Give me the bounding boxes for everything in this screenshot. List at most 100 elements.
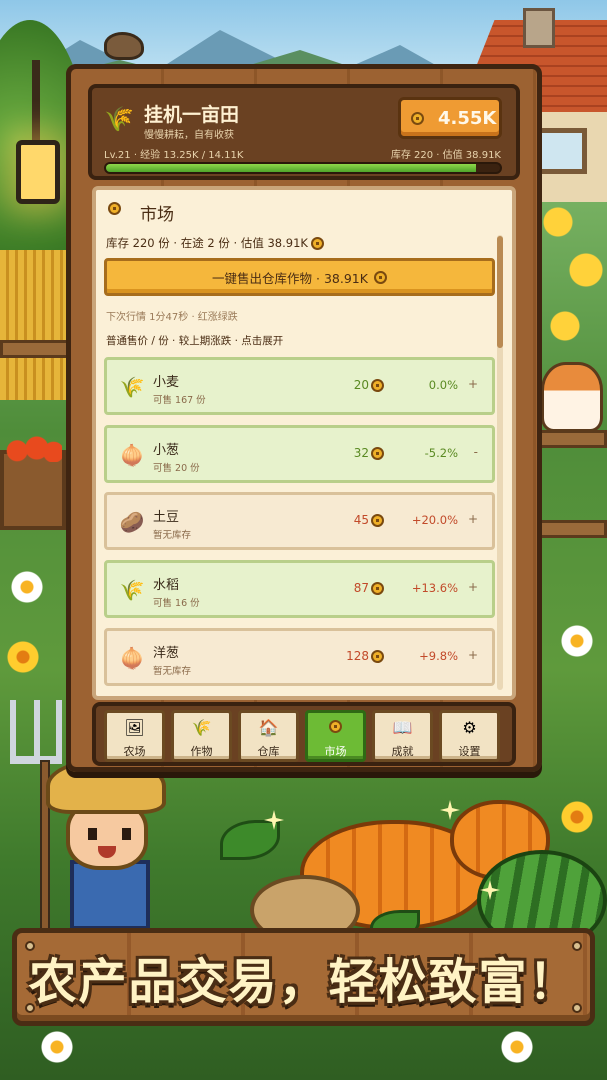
crop-price: 20	[354, 378, 384, 392]
crop-name: 土豆	[153, 510, 180, 525]
fence	[537, 430, 607, 448]
crop-price-value: 20	[353, 378, 369, 392]
flower	[40, 1030, 74, 1064]
bird	[104, 32, 144, 60]
wheat-logo-icon: 🌾	[104, 105, 134, 133]
crop-price: 45	[354, 513, 384, 527]
level-xp-text: Lv.21 · 经验 13.25K / 14.11K	[104, 150, 244, 161]
crop-row-scallion[interactable]: 🧅 小葱 可售 20 份 32 -5.2% -	[104, 425, 495, 483]
fence	[0, 340, 70, 358]
crop-name: 小麦	[153, 375, 180, 390]
xp-progress-bar	[104, 162, 502, 174]
nav-label: 市场	[324, 745, 347, 758]
crop-change: 0.0%	[428, 378, 458, 392]
next-quote-timer: 下次行情 1分47秒 · 红涨绿跌	[106, 312, 238, 323]
crop-price: 128	[346, 649, 384, 663]
crop-name: 水稻	[153, 578, 180, 593]
crop-price-value: 87	[353, 581, 369, 595]
coin-icon	[373, 270, 387, 284]
expand-toggle[interactable]: +	[468, 512, 478, 526]
crop-price: 87	[354, 581, 384, 595]
flower	[6, 640, 40, 674]
nav-label: 仓库	[257, 745, 280, 758]
flower	[500, 1030, 534, 1064]
cat	[541, 362, 603, 432]
crop-change: -5.2%	[424, 446, 458, 460]
fence	[537, 520, 607, 538]
nav-achievements[interactable]: 📖 成就	[372, 710, 433, 762]
nav-crops[interactable]: 🌾 作物	[171, 710, 232, 762]
sell-all-button[interactable]: 一键售出仓库作物 · 38.91K	[104, 258, 495, 296]
crop-name: 小葱	[153, 443, 180, 458]
expand-toggle[interactable]: +	[468, 648, 478, 662]
nav-farm[interactable]: 🖼 农场	[104, 710, 165, 762]
coin-icon	[371, 581, 384, 595]
crop-stock: 暂无库存	[153, 666, 192, 677]
harvest-pile	[200, 780, 607, 950]
wheat-icon: 🌾	[119, 375, 145, 399]
stock-summary: 库存 220 份 · 在途 2 份 · 估值 38.91K	[106, 235, 324, 251]
lantern	[16, 140, 60, 204]
onion-icon: 🧅	[119, 646, 145, 670]
coin-balance-value: 4.55K	[438, 107, 497, 129]
game-title: 挂机一亩田	[144, 104, 240, 126]
expand-toggle[interactable]: +	[468, 580, 478, 594]
crop-row-potato[interactable]: 🥔 土豆 暂无库存 45 +20.0% +	[104, 492, 495, 550]
crop-name: 洋葱	[153, 646, 180, 661]
nav-label: 农场	[123, 745, 146, 758]
coin-icon	[371, 378, 384, 392]
coin-icon	[411, 111, 424, 125]
warehouse-icon: 🏠	[258, 718, 279, 737]
sunflowers	[537, 190, 607, 350]
coin-icon	[310, 236, 324, 250]
gear-icon: ⚙	[462, 718, 477, 737]
book-icon: 📖	[392, 718, 413, 737]
crop-stock: 可售 167 份	[153, 395, 206, 406]
scallion-icon: 🧅	[119, 443, 145, 467]
nav-label: 成就	[391, 745, 414, 758]
tomato-crate	[0, 434, 66, 530]
coin-icon	[371, 446, 384, 460]
crop-price-value: 128	[346, 649, 369, 663]
crop-change: +9.8%	[419, 649, 458, 663]
scrollbar-thumb[interactable]	[497, 236, 503, 348]
storage-summary: 库存 220 · 估值 38.91K	[390, 150, 501, 161]
crops-icon: 🌾	[191, 718, 212, 737]
crop-row-rice[interactable]: 🌾 水稻 可售 16 份 87 +13.6% +	[104, 560, 495, 618]
rice-icon: 🌾	[119, 578, 145, 602]
nav-label: 设置	[458, 745, 481, 758]
coin-icon	[371, 513, 384, 527]
crop-row-onion[interactable]: 🧅 洋葱 暂无库存 128 +9.8% +	[104, 628, 495, 686]
nav-market[interactable]: 市场	[305, 710, 366, 762]
stock-summary-text: 库存 220 份 · 在途 2 份 · 估值 38.91K	[106, 236, 308, 250]
crop-change: +13.6%	[411, 581, 458, 595]
level-label: Lv.21	[104, 150, 131, 161]
promo-banner: 农产品交易，轻松致富！	[12, 928, 595, 1026]
xp-progress-fill	[106, 164, 476, 172]
crop-row-wheat[interactable]: 🌾 小麦 可售 167 份 20 0.0% +	[104, 357, 495, 415]
flower	[10, 570, 44, 604]
crop-price: 32	[354, 446, 384, 460]
crop-stock: 暂无库存	[153, 530, 192, 541]
game-subtitle: 慢慢耕耘，自有收获	[144, 130, 234, 141]
potato-icon: 🥔	[119, 510, 145, 534]
price-header: 普通售价 / 份 · 较上期涨跌 · 点击展开	[106, 335, 284, 347]
nav-label: 作物	[190, 745, 213, 758]
banner-text: 农产品交易，轻松致富！	[28, 954, 579, 1010]
crop-change: +20.0%	[411, 513, 458, 527]
lantern-post	[32, 60, 40, 150]
nav-warehouse[interactable]: 🏠 仓库	[238, 710, 299, 762]
crop-price-value: 32	[353, 446, 369, 460]
crop-price-value: 45	[353, 513, 369, 527]
crop-stock: 可售 20 份	[153, 463, 200, 474]
pitchfork	[10, 700, 62, 764]
chimney	[523, 8, 555, 48]
crop-stock: 可售 16 份	[153, 598, 200, 609]
expand-toggle[interactable]: -	[474, 445, 478, 459]
nav-settings[interactable]: ⚙ 设置	[439, 710, 500, 762]
expand-toggle[interactable]: +	[468, 377, 478, 391]
coin-balance[interactable]: 4.55K	[398, 97, 502, 139]
xp-label: 经验 13.25K / 14.11K	[140, 150, 244, 161]
flower	[560, 624, 594, 658]
sell-all-label: 一键售出仓库作物 · 38.91K	[212, 270, 368, 286]
